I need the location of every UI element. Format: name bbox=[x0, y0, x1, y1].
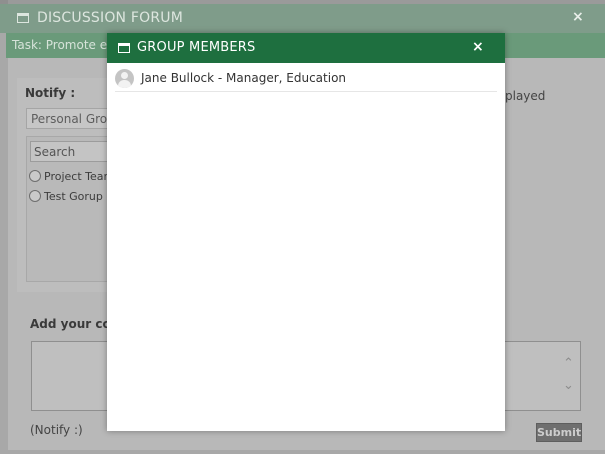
group-search-input[interactable]: Search bbox=[30, 141, 110, 162]
forum-close-icon[interactable]: × bbox=[572, 9, 584, 25]
notify-footer-text: (Notify :) bbox=[30, 423, 83, 437]
forum-header: DISCUSSION FORUM × bbox=[0, 4, 605, 33]
notify-label: Notify : bbox=[25, 86, 76, 100]
scroll-up-icon[interactable]: ⌃ bbox=[563, 356, 574, 371]
task-text: Task: Promote effi bbox=[12, 38, 119, 52]
group-option-project-team[interactable]: Project Team bbox=[29, 170, 114, 183]
window-icon bbox=[17, 13, 29, 23]
member-list-item: Jane Bullock - Manager, Education bbox=[115, 67, 497, 92]
modal-close-icon[interactable]: × bbox=[472, 39, 484, 55]
submit-button[interactable]: Submit bbox=[536, 423, 582, 442]
modal-header: GROUP MEMBERS × bbox=[107, 33, 505, 63]
group-option-test-gorup[interactable]: Test Gorup bbox=[29, 190, 103, 203]
modal-title: GROUP MEMBERS bbox=[137, 40, 256, 55]
displayed-text-fragment: played bbox=[505, 89, 546, 103]
group-select[interactable]: Personal Group bbox=[26, 108, 112, 129]
group-option-label: Project Team bbox=[44, 170, 115, 183]
radio-icon[interactable] bbox=[29, 170, 41, 182]
member-name: Jane Bullock - Manager, Education bbox=[141, 71, 347, 85]
scroll-down-icon[interactable]: ⌄ bbox=[563, 378, 574, 393]
radio-icon[interactable] bbox=[29, 190, 41, 202]
user-avatar-icon bbox=[115, 69, 134, 88]
group-option-label: Test Gorup bbox=[44, 190, 103, 203]
group-members-modal: GROUP MEMBERS × Jane Bullock - Manager, … bbox=[107, 33, 505, 431]
forum-title: DISCUSSION FORUM bbox=[37, 10, 183, 26]
window-icon bbox=[118, 43, 130, 53]
